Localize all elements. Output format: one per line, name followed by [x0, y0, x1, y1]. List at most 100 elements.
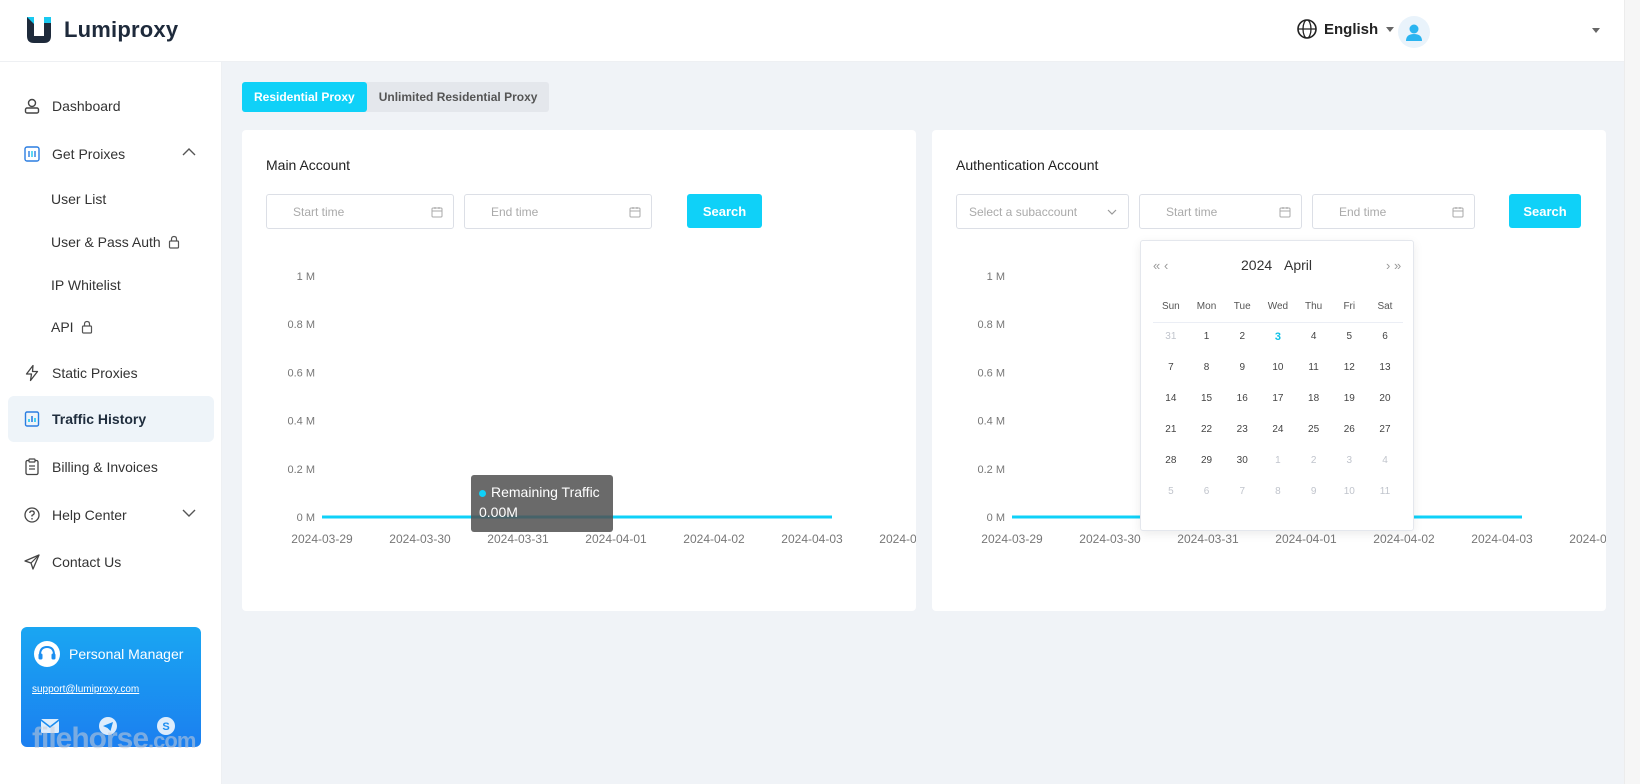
day-cell[interactable]: 31: [1153, 331, 1189, 343]
auth-account-title: Authentication Account: [956, 157, 1099, 173]
day-cell[interactable]: 5: [1153, 486, 1189, 497]
day-cell[interactable]: 25: [1296, 424, 1332, 435]
day-cell[interactable]: 29: [1189, 455, 1225, 466]
proxy-list-icon: [22, 144, 42, 164]
subaccount-select[interactable]: Select a subaccount: [956, 194, 1129, 229]
chevron-down-icon: [1386, 26, 1395, 32]
week-row: 21 22 23 24 25 26 27: [1153, 424, 1403, 435]
day-cell[interactable]: 15: [1189, 393, 1225, 404]
sidebar-item-traffic-history[interactable]: Traffic History: [8, 396, 214, 442]
picker-year[interactable]: 2024: [1241, 257, 1272, 273]
sidebar-item-dashboard[interactable]: Dashboard: [8, 83, 214, 129]
day-cell[interactable]: 4: [1367, 455, 1403, 466]
sidebar-item-contact-us[interactable]: Contact Us: [8, 539, 214, 585]
day-cell[interactable]: 2: [1224, 331, 1260, 343]
main-traffic-chart: 0 M 0.2 M 0.4 M 0.6 M 0.8 M 1 M 2024-03-29 2024…: [287, 271, 916, 546]
y-tick-label: 0.4 M: [977, 416, 1005, 428]
chart-tooltip: Remaining Traffic 0.00M: [471, 475, 613, 532]
day-cell[interactable]: 16: [1224, 393, 1260, 404]
auth-start-time-input[interactable]: Start time: [1139, 194, 1302, 229]
auth-end-time-input[interactable]: End time: [1312, 194, 1475, 229]
prev-month-icon[interactable]: ‹: [1164, 258, 1169, 273]
day-cell[interactable]: 18: [1296, 393, 1332, 404]
support-email-link[interactable]: support@lumiproxy.com: [32, 684, 139, 695]
tab-residential-proxy[interactable]: Residential Proxy: [242, 82, 367, 112]
day-cell[interactable]: 19: [1331, 393, 1367, 404]
day-cell[interactable]: 20: [1367, 393, 1403, 404]
day-cell[interactable]: 7: [1224, 486, 1260, 497]
main-end-time-input[interactable]: End time: [464, 194, 652, 229]
sidebar-item-help-center[interactable]: Help Center: [8, 492, 214, 538]
day-cell[interactable]: 11: [1367, 486, 1403, 497]
sidebar-item-label: IP Whitelist: [51, 277, 121, 293]
bar-chart-icon: [22, 409, 42, 429]
picker-month[interactable]: April: [1284, 257, 1312, 273]
day-cell[interactable]: 4: [1296, 331, 1332, 343]
main-search-button[interactable]: Search: [687, 194, 762, 228]
globe-icon: [1297, 19, 1317, 39]
x-tick-label: 2024-04-04: [879, 532, 916, 546]
sidebar-subitem-api[interactable]: API: [51, 319, 94, 335]
day-cell[interactable]: 30: [1224, 455, 1260, 466]
app-logo[interactable]: Lumiproxy: [24, 14, 178, 46]
day-cell[interactable]: 1: [1189, 331, 1225, 343]
y-tick-label: 1 M: [297, 271, 315, 283]
day-cell[interactable]: 10: [1260, 362, 1296, 373]
y-tick-label: 0 M: [987, 512, 1005, 524]
next-month-icon[interactable]: ›: [1386, 258, 1391, 273]
weekday-label: Wed: [1267, 301, 1289, 312]
day-cell[interactable]: 8: [1189, 362, 1225, 373]
x-tick-label: 2024-03-31: [487, 532, 549, 546]
day-cell[interactable]: 22: [1189, 424, 1225, 435]
day-cell[interactable]: 14: [1153, 393, 1189, 404]
day-cell[interactable]: 12: [1331, 362, 1367, 373]
y-tick-label: 0.2 M: [287, 464, 315, 476]
day-cell[interactable]: 1: [1260, 455, 1296, 466]
day-cell[interactable]: 8: [1260, 486, 1296, 497]
day-cell[interactable]: 7: [1153, 362, 1189, 373]
day-cell[interactable]: 23: [1224, 424, 1260, 435]
day-cell[interactable]: 26: [1331, 424, 1367, 435]
day-cell[interactable]: 3: [1260, 331, 1296, 343]
y-tick-label: 0.6 M: [287, 367, 315, 379]
sidebar-item-static-proxies[interactable]: Static Proxies: [8, 350, 214, 396]
day-cell[interactable]: 27: [1367, 424, 1403, 435]
top-header: Lumiproxy English: [0, 0, 1624, 62]
day-cell[interactable]: 6: [1367, 331, 1403, 343]
main-start-time-input[interactable]: Start time: [266, 194, 454, 229]
day-cell[interactable]: 13: [1367, 362, 1403, 373]
next-year-icon[interactable]: »: [1394, 258, 1401, 273]
question-circle-icon: [22, 505, 42, 525]
page-scrollbar[interactable]: [1624, 0, 1640, 784]
day-cell[interactable]: 21: [1153, 424, 1189, 435]
language-selector[interactable]: English: [1296, 18, 1395, 40]
user-menu-chevron-icon[interactable]: [1592, 28, 1600, 33]
sidebar-subitem-user-list[interactable]: User List: [51, 191, 106, 207]
user-avatar[interactable]: [1398, 16, 1430, 48]
auth-search-button[interactable]: Search: [1509, 194, 1581, 228]
day-cell[interactable]: 9: [1296, 486, 1332, 497]
sidebar-subitem-user-pass-auth[interactable]: User & Pass Auth: [51, 234, 181, 250]
day-cell[interactable]: 17: [1260, 393, 1296, 404]
prev-year-icon[interactable]: «: [1153, 258, 1160, 273]
day-cell[interactable]: 9: [1224, 362, 1260, 373]
sidebar-item-get-proxies[interactable]: Get Proixes: [8, 131, 214, 177]
sidebar-item-billing[interactable]: Billing & Invoices: [8, 444, 214, 490]
day-cell[interactable]: 6: [1189, 486, 1225, 497]
chevron-up-icon: [182, 148, 196, 156]
sidebar-item-label: Billing & Invoices: [52, 459, 158, 475]
sidebar-item-label: User List: [51, 191, 107, 207]
tooltip-value: 0.00M: [479, 504, 518, 520]
sidebar-subitem-ip-whitelist[interactable]: IP Whitelist: [51, 277, 121, 293]
sidebar-item-label: Help Center: [52, 507, 127, 523]
day-cell[interactable]: 28: [1153, 455, 1189, 466]
lock-icon: [168, 235, 179, 249]
day-cell[interactable]: 5: [1331, 331, 1367, 343]
day-cell[interactable]: 24: [1260, 424, 1296, 435]
day-cell[interactable]: 2: [1296, 455, 1332, 466]
day-cell[interactable]: 10: [1331, 486, 1367, 497]
tab-unlimited-residential-proxy[interactable]: Unlimited Residential Proxy: [367, 82, 550, 112]
day-cell[interactable]: 11: [1296, 362, 1332, 373]
headset-icon: [34, 641, 60, 667]
day-cell[interactable]: 3: [1331, 455, 1367, 466]
